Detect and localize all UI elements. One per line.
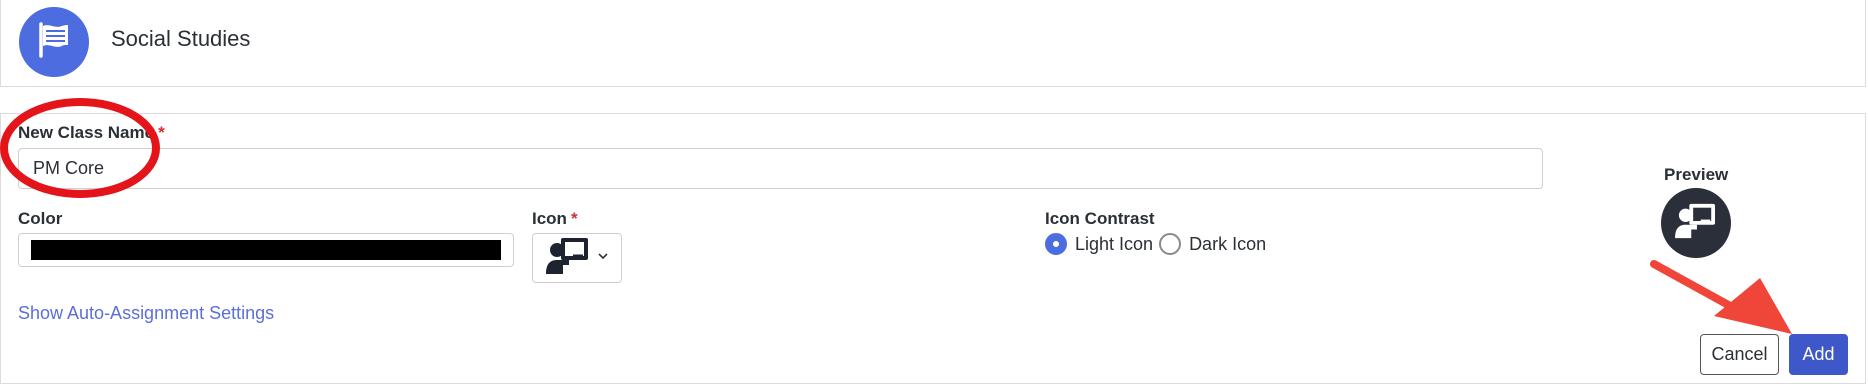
icon-contrast-options: Light Icon Dark Icon: [1045, 233, 1272, 255]
color-input[interactable]: [18, 233, 514, 267]
cancel-button[interactable]: Cancel: [1700, 334, 1779, 375]
page: Social Studies New Class Name* Color Ico…: [0, 0, 1868, 384]
preview-avatar: [1661, 188, 1731, 258]
dark-icon-option[interactable]: Dark Icon: [1159, 233, 1266, 255]
class-name-label: New Class Name *: [18, 123, 165, 142]
class-avatar: [19, 7, 89, 77]
dark-icon-label: Dark Icon: [1189, 233, 1267, 254]
color-swatch: [31, 240, 501, 260]
class-name: Social Studies: [111, 26, 251, 51]
icon-select[interactable]: [532, 233, 622, 283]
dark-icon-radio[interactable]: [1159, 233, 1182, 255]
class-name-input[interactable]: [18, 148, 1543, 189]
class-card[interactable]: Social Studies: [0, 0, 1866, 87]
preview-label: Preview: [1664, 165, 1729, 184]
chevron-down-icon: [597, 249, 609, 267]
teacher-board-icon: [1674, 202, 1718, 245]
icon-label: Icon *: [532, 209, 578, 228]
teacher-board-icon: [545, 236, 591, 281]
light-icon-label: Light Icon: [1075, 233, 1154, 254]
flag-icon: [35, 21, 73, 64]
show-auto-assignment-link[interactable]: Show Auto-Assignment Settings: [18, 303, 274, 324]
color-label: Color: [18, 209, 63, 228]
icon-contrast-label: Icon Contrast: [1045, 209, 1155, 228]
add-button[interactable]: Add: [1789, 334, 1848, 375]
light-icon-option[interactable]: Light Icon: [1045, 233, 1153, 255]
light-icon-radio[interactable]: [1045, 233, 1067, 255]
